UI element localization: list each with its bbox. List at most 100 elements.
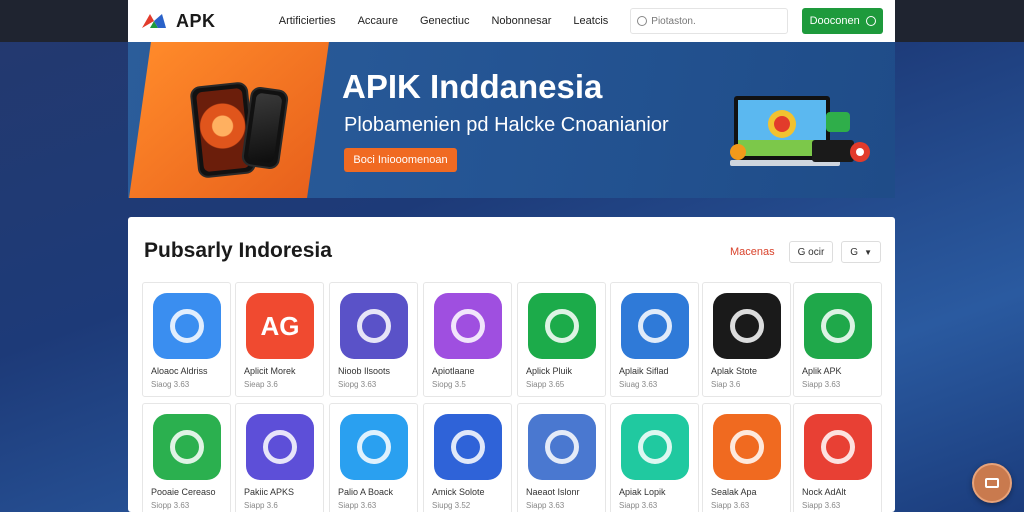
camera-lens-icon-glyph: [638, 309, 672, 343]
chat-dots-icon: [804, 414, 872, 480]
app-name: Nioob Ilsoots: [338, 366, 391, 376]
rocket-icon: [713, 293, 781, 359]
app-card[interactable]: Aplik APK Siapp 3.63: [793, 282, 882, 397]
app-name: Pakiic APKS: [244, 487, 295, 497]
filter-bar: Macenas G ocir G ▼: [730, 241, 881, 263]
hero-banner: APIK Inddanesia Plobamenien pd Halcke Cn…: [128, 42, 895, 198]
app-meta: Siap 3.6: [711, 380, 741, 389]
app-card[interactable]: Apiak Lopik Siapp 3.63: [610, 403, 699, 512]
paper-plane-icon: [713, 414, 781, 480]
app-card[interactable]: Amick Solote Siupg 3.52: [423, 403, 512, 512]
triangle-logo-icon: [434, 293, 502, 359]
app-name: Aplak Stote: [711, 366, 758, 376]
app-meta: Siapp 3.63: [619, 501, 658, 510]
chat-dots-icon-glyph: [821, 430, 855, 464]
download-button[interactable]: Dooconen: [802, 8, 883, 34]
app-name: Aplicit Morek: [244, 366, 296, 376]
nav-item-4[interactable]: Nobonnesar: [491, 15, 551, 27]
laptop-illustration: [730, 96, 870, 166]
app-card[interactable]: Naeaot Islonr Siapp 3.63: [517, 403, 606, 512]
drive-triangle-icon-glyph: [545, 430, 579, 464]
app-name: Aplik APK: [802, 366, 842, 376]
app-meta: Siopp 3.63: [151, 501, 190, 510]
search-icon: [637, 16, 648, 26]
star-icon: [434, 414, 502, 480]
app-card[interactable]: Nock AdAlt Siapp 3.63: [793, 403, 882, 512]
app-meta: Siaog 3.63: [151, 380, 190, 389]
play-store-icon-glyph: [357, 309, 391, 343]
app-name: Amick Solote: [432, 487, 485, 497]
camera-lens-icon: [621, 293, 689, 359]
app-card[interactable]: Aplick Pluik Siapp 3.65: [517, 282, 606, 397]
app-name: Apiak Lopik: [619, 487, 666, 497]
app-card[interactable]: Nioob Ilsoots Siopg 3.63: [329, 282, 418, 397]
pencil-icon-glyph: [170, 309, 204, 343]
app-meta: Sieap 3.6: [244, 380, 278, 389]
rocket-icon-glyph: [730, 309, 764, 343]
filter-button-label: G ocir: [797, 246, 825, 258]
app-meta: Siapp 3.63: [802, 380, 841, 389]
app-name: Sealak Apa: [711, 487, 757, 497]
drive-triangle-icon: [528, 414, 596, 480]
filter-label[interactable]: Macenas: [730, 246, 775, 258]
rocket-pen-icon-glyph: [638, 430, 672, 464]
grid-apps-icon-glyph: [263, 430, 297, 464]
app-card[interactable]: AG Aplicit Morek Sieap 3.6: [235, 282, 324, 397]
plane-icon-glyph: [357, 430, 391, 464]
app-card[interactable]: Pooaie Cereaso Siopp 3.63: [142, 403, 231, 512]
app-meta: Siopg 3.63: [338, 380, 377, 389]
app-meta: Siuag 3.63: [619, 380, 658, 389]
media-arrows-icon-glyph: [821, 309, 855, 343]
ring-icon-glyph: [545, 309, 579, 343]
app-name: Apiotlaane: [432, 366, 475, 376]
cat-icon: [153, 414, 221, 480]
plane-icon: [340, 414, 408, 480]
nav-item-1[interactable]: Artificierties: [279, 15, 336, 27]
filter-button[interactable]: G ocir: [788, 241, 834, 263]
app-name: Palio A Boack: [338, 487, 394, 497]
app-card[interactable]: Apiotlaane Siopg 3.5: [423, 282, 512, 397]
app-card[interactable]: Aplak Stote Siap 3.6: [702, 282, 791, 397]
app-meta: Siopg 3.5: [432, 380, 466, 389]
app-name: Naeaot Islonr: [526, 487, 580, 497]
app-name: Nock AdAlt: [802, 487, 847, 497]
app-meta: Siapp 3.63: [526, 501, 565, 510]
apk-logo-icon: [140, 12, 170, 30]
app-meta: Siapp 3.65: [526, 380, 565, 389]
search-box: [630, 8, 789, 34]
ag-logo-icon-glyph: AG: [260, 310, 300, 341]
app-card[interactable]: Palio A Boack Siapp 3.63: [329, 403, 418, 512]
nav-item-3[interactable]: Genectiuc: [420, 15, 470, 27]
site-logo[interactable]: APK: [140, 11, 251, 32]
play-store-icon: [340, 293, 408, 359]
nav-item-5[interactable]: Leatcis: [573, 15, 608, 27]
banner-title: APIK Inddanesia: [342, 68, 603, 105]
chevron-down-icon: ▼: [864, 247, 872, 257]
logo-text: APK: [176, 10, 216, 31]
chat-button[interactable]: [972, 463, 1012, 503]
main-nav: Artificierties Accaure Genectiuc Nobonne…: [279, 15, 609, 27]
apps-panel: Pubsarly Indoresia Macenas G ocir G ▼ Al…: [128, 217, 895, 512]
app-meta: Siapp 3.63: [802, 501, 841, 510]
nav-item-2[interactable]: Accaure: [358, 15, 398, 27]
sort-dropdown[interactable]: G ▼: [841, 241, 881, 263]
app-card[interactable]: Sealak Apa Siapp 3.63: [702, 403, 791, 512]
app-card[interactable]: Aloaoc Aldriss Siaog 3.63: [142, 282, 231, 397]
app-meta: Siapp 3.63: [338, 501, 377, 510]
app-meta: Siapp 3.63: [711, 501, 750, 510]
banner-cta-button[interactable]: Boci Iniooomenoan: [344, 148, 457, 172]
paper-plane-icon-glyph: [730, 430, 764, 464]
search-input[interactable]: [651, 15, 782, 27]
star-icon-glyph: [451, 430, 485, 464]
app-name: Pooaie Cereaso: [151, 487, 216, 497]
app-name: Aplick Pluik: [526, 366, 573, 376]
chat-icon: [985, 478, 999, 488]
ring-icon: [528, 293, 596, 359]
triangle-logo-icon-glyph: [451, 309, 485, 343]
app-name: Aloaoc Aldriss: [151, 366, 208, 376]
app-card[interactable]: Pakiic APKS Siapp 3.6: [235, 403, 324, 512]
media-arrows-icon: [804, 293, 872, 359]
pencil-icon: [153, 293, 221, 359]
app-card[interactable]: Aplaik Siflad Siuag 3.63: [610, 282, 699, 397]
app-name: Aplaik Siflad: [619, 366, 669, 376]
